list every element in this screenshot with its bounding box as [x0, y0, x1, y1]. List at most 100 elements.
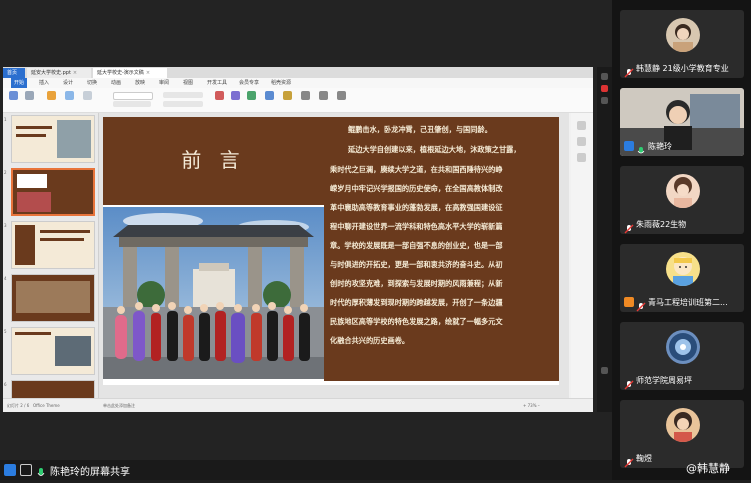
screen-side-toolbar — [597, 67, 612, 412]
participant-tile[interactable]: 青马工程培训班第二... — [620, 244, 744, 312]
mic-muted-icon — [624, 453, 634, 468]
body-line: 延边大学自创建以来，植根延边大地，沐政策之甘露， — [348, 145, 521, 154]
record-icon[interactable] — [601, 85, 608, 92]
menu-item-start[interactable]: 开始 — [11, 78, 28, 88]
menu-item-view[interactable]: 视图 — [183, 78, 193, 88]
close-icon[interactable]: × — [73, 70, 77, 76]
body-line: 嵘岁月中牢记兴学报国的历史使命，在全国高教体制改 — [330, 184, 503, 193]
tab-document-1[interactable]: 延安大学校史.ppt × — [27, 68, 91, 78]
right-tool-strip — [571, 113, 593, 398]
slide-thumbnail-4[interactable] — [11, 274, 95, 322]
slide-thumbnail-6[interactable] — [11, 380, 95, 398]
animation-pane-icon[interactable] — [577, 137, 586, 146]
screen-icon[interactable] — [20, 464, 32, 476]
paste-icon[interactable] — [9, 91, 18, 100]
textbox-icon[interactable] — [265, 91, 274, 100]
participant-tile[interactable]: 师范学院周易坪 — [620, 322, 744, 390]
picture-icon[interactable] — [247, 91, 256, 100]
menu-item-design[interactable]: 设计 — [63, 78, 73, 88]
campus-gate-image — [103, 207, 324, 379]
slide-thumbnail-5[interactable] — [11, 327, 95, 375]
body-line: 与时俱进的开拓史，更是一部和衷共济的奋斗史。从初 — [330, 260, 503, 269]
mic-active-icon[interactable] — [36, 464, 46, 476]
participant-tile[interactable]: 陈艳玲 — [620, 88, 744, 156]
tab-document-2[interactable]: 延大学校史-演示文稿 × — [93, 68, 167, 78]
avatar — [666, 408, 700, 442]
participant-tile[interactable]: 朱雨薇22生物 — [620, 166, 744, 234]
body-line: 革中襄助高等教育事业的蓬勃发展，在高教强国建设征 — [330, 203, 503, 212]
watermark-text: @韩慧静 — [686, 462, 730, 475]
replace-icon[interactable] — [319, 91, 328, 100]
host-badge-icon — [624, 141, 634, 151]
body-line: 程中聊开建设世界一流学科和特色高水平大学的崭新篇 — [330, 222, 503, 231]
document-tab-bar: 首页 延安大学校史.ppt × 延大学校史-演示文稿 × — [3, 67, 593, 78]
avatar — [666, 330, 700, 364]
slide-title: 前 言 — [181, 148, 246, 172]
section-icon[interactable] — [83, 91, 92, 100]
slide-editing-canvas[interactable]: 前 言 鲲鹏击水，卧龙冲霄，己丑肇创，与国同龄。 延边大学自创建以来，植根延边大… — [99, 113, 569, 398]
user-icon[interactable] — [4, 464, 16, 476]
layout-icon[interactable] — [65, 91, 74, 100]
slide-thumbnail-3[interactable] — [11, 221, 95, 269]
dot-icon[interactable] — [601, 97, 608, 104]
menu-item-developer[interactable]: 开发工具 — [207, 78, 227, 88]
body-line: 化融合共兴的历史画卷。 — [330, 336, 410, 345]
participant-name: 师范学院周易坪 — [636, 375, 692, 385]
menu-item-slideshow[interactable]: 放映 — [135, 78, 145, 88]
tab-home[interactable]: 首页 — [3, 68, 25, 78]
participant-panel: 韩慧静 21级小学教育专业 陈艳玲 朱雨薇22生物 青马工程培训班第二... 师… — [612, 0, 751, 480]
dot-icon[interactable] — [601, 367, 608, 374]
shapes-icon[interactable] — [215, 91, 224, 100]
body-line: 鲲鹏击水，卧龙冲霄，己丑肇创，与国同龄。 — [348, 125, 492, 134]
menu-item-transition[interactable]: 切换 — [87, 78, 97, 88]
menu-item-review[interactable]: 审阅 — [159, 78, 169, 88]
zoom-control[interactable]: + 73% – — [523, 403, 540, 408]
campus-gate-photo[interactable] — [103, 207, 324, 379]
mic-muted-icon — [624, 375, 634, 390]
body-line: 乘时代之巨澜，赓续大学之道，在共和国西陲待兴的峥 — [330, 165, 503, 174]
smartart-icon[interactable] — [283, 91, 292, 100]
notes-field[interactable]: 单击此处添加备注 — [103, 403, 135, 409]
mic-muted-icon — [624, 219, 634, 234]
screen-share-area: 首页 延安大学校史.ppt × 延大学校史-演示文稿 × 开始 插入 设计 切换 动… — [0, 0, 612, 480]
arrange-icon[interactable] — [231, 91, 240, 100]
select-icon[interactable] — [337, 91, 346, 100]
mic-active-icon — [636, 141, 646, 154]
slide-thumbnail-2[interactable] — [11, 168, 95, 216]
dot-icon[interactable] — [601, 73, 608, 80]
close-icon[interactable]: × — [146, 70, 150, 76]
ribbon-toolbar — [3, 88, 593, 113]
font-style-buttons[interactable] — [113, 101, 151, 107]
participant-tile[interactable]: 鞠煜 — [620, 400, 744, 468]
slide-thumbnail-1[interactable] — [11, 115, 95, 163]
menu-item-insert[interactable]: 插入 — [39, 78, 49, 88]
body-line: 民族地区高等学校的特色发展之路，绘就了一幅多元文 — [330, 317, 503, 326]
host-badge-icon — [624, 297, 634, 307]
new-slide-icon[interactable] — [47, 91, 56, 100]
font-select[interactable] — [113, 92, 153, 100]
menu-item-docer[interactable]: 稻壳资源 — [271, 78, 291, 88]
body-line: 创时的攻坚克难，到探索与发展时期的风雨兼程；从新 — [330, 279, 503, 288]
screen-share-bar: 陈艳玲的屏幕共享 — [0, 460, 612, 480]
wps-presentation-window: 首页 延安大学校史.ppt × 延大学校史-演示文稿 × 开始 插入 设计 切换 动… — [3, 67, 593, 412]
slide-title-box[interactable]: 前 言 — [103, 117, 324, 205]
menu-item-member[interactable]: 会员专享 — [239, 78, 259, 88]
body-line: 时代的厚积薄发到现时期的跨越发展，开创了一条边疆 — [330, 298, 503, 307]
participant-name: 朱雨薇22生物 — [636, 219, 687, 229]
find-icon[interactable] — [301, 91, 310, 100]
current-slide[interactable]: 前 言 鲲鹏击水，卧龙冲霄，己丑肇创，与国同龄。 延边大学自创建以来，植根延边大… — [103, 117, 559, 385]
property-icon[interactable] — [577, 121, 586, 130]
design-pane-icon[interactable] — [577, 153, 586, 162]
slide-body-textbox[interactable]: 鲲鹏击水，卧龙冲霄，己丑肇创，与国同龄。 延边大学自创建以来，植根延边大地，沐政… — [324, 117, 559, 381]
menu-item-animation[interactable]: 动画 — [111, 78, 121, 88]
participant-name: 青马工程培训班第二... — [648, 297, 728, 307]
avatar — [666, 174, 700, 208]
alignment-buttons[interactable] — [163, 101, 203, 107]
format-painter-icon[interactable] — [25, 91, 34, 100]
participant-name: 陈艳玲 — [648, 141, 672, 151]
paragraph-buttons[interactable] — [163, 92, 203, 98]
participant-name: 鞠煜 — [636, 453, 652, 463]
mic-muted-icon — [624, 63, 634, 78]
participant-tile[interactable]: 韩慧静 21级小学教育专业 — [620, 10, 744, 78]
menu-bar: 开始 插入 设计 切换 动画 放映 审阅 视图 开发工具 会员专享 稻壳资源 — [3, 78, 593, 88]
